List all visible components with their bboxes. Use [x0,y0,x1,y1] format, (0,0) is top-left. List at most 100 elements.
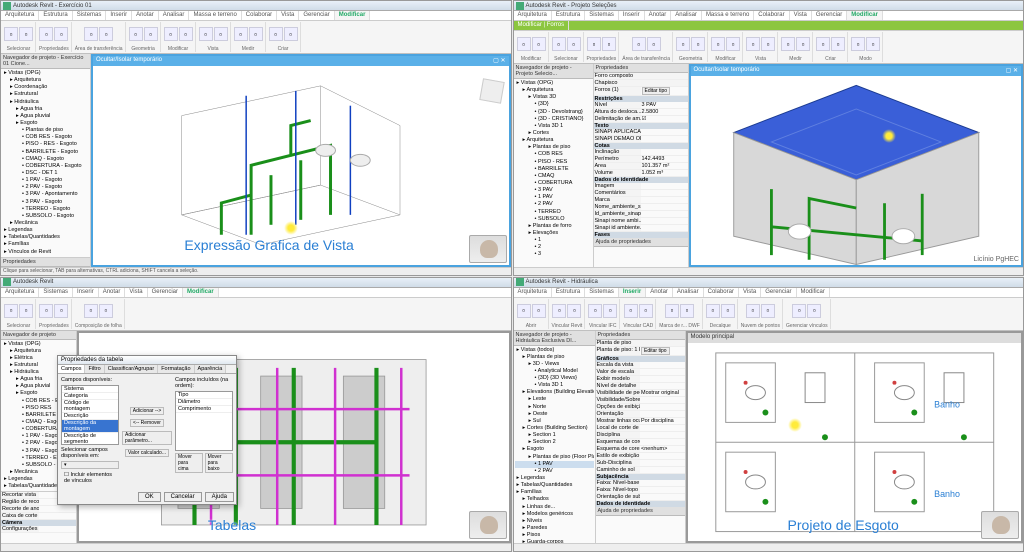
list-item[interactable]: Comprimento [176,406,232,413]
ribbon-tab[interactable]: Inserir [619,11,645,20]
ribbon-tab[interactable]: Colaborar [704,288,739,297]
tree-item[interactable]: • SUBSOLO [515,216,592,223]
tree-item[interactable]: • Analytical Model [515,368,594,375]
ribbon-button[interactable]: ▫ [807,304,821,318]
ribbon-tab[interactable]: Arquitetura [514,11,552,20]
calc-value-button[interactable]: Valor calculado... [125,449,169,457]
tree-item[interactable]: ▸ Arquitetura [515,87,592,94]
prop-value[interactable] [640,432,685,438]
tree-item[interactable]: • 3 PAV - Apontamento [2,191,89,198]
tree-item[interactable]: ▸ Vistas (OPG) [515,80,592,87]
ribbon-tab[interactable]: Sistemas [39,288,73,297]
ribbon-button[interactable]: ▫ [84,304,98,318]
ribbon-button[interactable]: ▫ [269,27,283,41]
dialog-tab[interactable]: Filtro [85,365,104,373]
tree-item[interactable]: ▸ Elevações [515,230,592,237]
ribbon-tab[interactable]: Arquitetura [514,288,552,297]
ribbon-button[interactable]: ▫ [164,27,178,41]
list-item[interactable]: Descrição de segmento [62,433,118,445]
prop-value[interactable] [641,197,688,203]
tree-item[interactable]: • Vista 3D 1 [515,123,592,130]
ribbon-button[interactable]: ▫ [234,27,248,41]
tree-item[interactable]: ▸ Vistas 3D [515,94,592,101]
list-item[interactable]: Código de montagem [62,400,118,413]
ribbon-tab[interactable]: Colaborar [242,11,277,20]
tree-item[interactable]: ▸ Arquitetura [515,137,592,144]
tree-item[interactable]: • PISO - RES - Esgoto [2,141,89,148]
tree-item[interactable]: ▸ Vistas (OPG) [2,341,75,348]
prop-value[interactable] [39,506,77,512]
ribbon-tab[interactable]: Inserir [73,288,99,297]
prop-value[interactable] [640,404,685,410]
ribbon-tab[interactable]: Analisar [671,11,702,20]
tree-item[interactable]: ▸ Section 1 [515,432,594,439]
ribbon-button[interactable]: ▫ [603,304,617,318]
ribbon-button[interactable]: ▫ [129,27,143,41]
ribbon-tab[interactable]: Gerenciar [148,288,183,297]
ribbon-button[interactable]: ▫ [199,27,213,41]
prop-value[interactable] [39,513,77,519]
ribbon-button[interactable]: ▫ [726,37,740,51]
ribbon-button[interactable]: ▫ [796,37,810,51]
ribbon-button[interactable]: ▫ [711,37,725,51]
ribbon-tab[interactable]: Vista [739,288,761,297]
tree-item[interactable]: • {3D - CRISTIANO} [515,116,592,123]
prop-value[interactable] [640,453,685,459]
prop-value[interactable] [641,225,688,231]
ok-button[interactable]: OK [138,492,161,502]
prop-value[interactable] [640,376,685,382]
ribbon-tab[interactable]: Modificar [847,11,883,20]
ribbon-button[interactable]: ▫ [4,304,18,318]
tree-item[interactable]: ▸ Cortes (Building Section) [515,425,594,432]
tree-item[interactable]: ▸ Hidráulica [2,99,89,106]
ribbon-button[interactable]: ▫ [19,27,33,41]
prop-value[interactable]: ☑ [641,116,688,122]
tree-item[interactable]: • TERREO [515,209,592,216]
tree-item[interactable]: ▸ Telhados [515,496,594,503]
tree-item[interactable]: ▸ Esgoto [515,446,594,453]
prop-value[interactable] [641,218,688,224]
tree-item[interactable]: ▸ Estrutural [2,91,89,98]
ribbon-button[interactable]: ▫ [179,27,193,41]
prop-value[interactable] [640,369,685,375]
tree-item[interactable]: ▸ Plantas de piso [515,144,592,151]
prop-value[interactable] [641,190,688,196]
tree-item[interactable]: ▸ Sul [515,418,594,425]
tree-item[interactable]: ▸ Pisos [515,532,594,539]
tree-item[interactable]: • COBERTURA [515,180,592,187]
ribbon-tab[interactable]: Anotar [132,11,159,20]
ribbon-button[interactable]: ▫ [552,304,566,318]
tree-item[interactable]: ▸ Legendas [515,475,594,482]
cancel-button[interactable]: Cancelar [164,492,202,502]
viewport-controls[interactable]: ▢ ✕ [493,57,505,65]
ribbon-button[interactable]: ▫ [54,304,68,318]
tree-item[interactable]: • {3D} {3D Views} [515,375,594,382]
ribbon-tab[interactable]: Anotar [645,11,672,20]
ribbon-tab[interactable]: Gerenciar [812,11,847,20]
dialog-tab[interactable]: Formatação [158,365,194,373]
ribbon-button[interactable]: ▫ [761,37,775,51]
tree-item[interactable]: • TERREO - Esgoto [2,206,89,213]
prop-value[interactable]: 3 PAV [641,102,688,108]
ribbon-button[interactable]: ▫ [249,27,263,41]
tree-item[interactable]: • DSC - DET 1 [2,170,89,177]
tree-item[interactable]: • Plantas de piso [2,127,89,134]
viewport-3d[interactable]: Ocultar/Isolar temporário ▢ ✕ [689,64,1024,267]
tree-item[interactable]: • 3 [515,251,592,258]
ribbon-tab[interactable]: Anotar [646,288,673,297]
tree-item[interactable]: ▸ Legendas [2,227,89,234]
ribbon-button[interactable]: ▫ [851,37,865,51]
tree-item[interactable]: • COB RES - Esgoto [2,134,89,141]
list-item[interactable]: Categoria [62,393,118,400]
tree-item[interactable]: ▸ Esgoto [2,120,89,127]
tree-item[interactable]: ▸ Modelos genéricos [515,511,594,518]
include-links-checkbox[interactable]: ☐ Incluir elementos de vínculos [61,471,119,485]
viewport-3d[interactable]: Ocultar/Isolar temporário ▢ ✕ [91,54,511,267]
add-field-button[interactable]: Adicionar --> [130,407,164,415]
viewport-controls[interactable]: ▢ ✕ [1006,67,1018,75]
tree-item[interactable]: ▸ Níveis [515,518,594,525]
tree-item[interactable]: ▸ Cortes [515,130,592,137]
prop-value[interactable] [641,136,688,142]
props-help[interactable]: Ajuda de propriedades [594,238,688,247]
ribbon-button[interactable]: ▫ [624,304,638,318]
